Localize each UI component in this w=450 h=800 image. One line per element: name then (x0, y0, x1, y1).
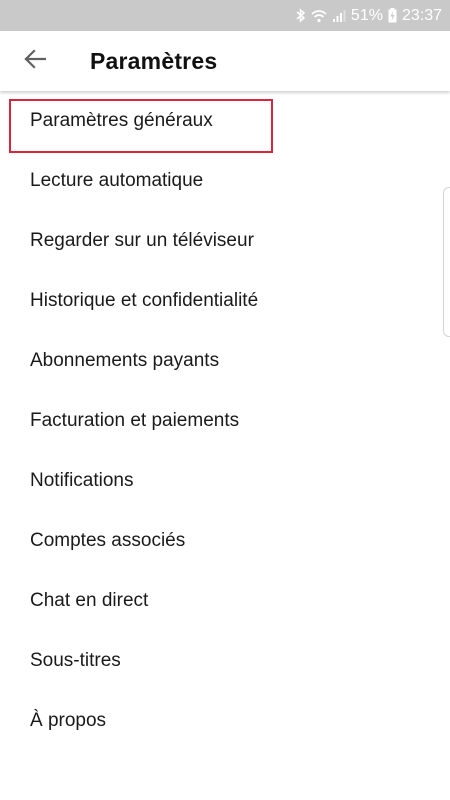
wifi-icon (311, 9, 327, 23)
page-title: Paramètres (90, 48, 218, 74)
settings-item-label: Abonnements payants (30, 350, 220, 371)
status-time: 23:37 (401, 6, 442, 24)
settings-item-watch-on-tv[interactable]: Regarder sur un téléviseur (0, 211, 440, 271)
bluetooth-icon (296, 8, 306, 23)
signal-icon (332, 9, 346, 23)
battery-percent: 51% (350, 6, 383, 24)
settings-item-captions[interactable]: Sous-titres (0, 631, 440, 691)
settings-item-paid-memberships[interactable]: Abonnements payants (0, 331, 440, 391)
settings-item-label: Lecture automatique (30, 170, 204, 191)
app-bar: Paramètres (0, 31, 450, 91)
settings-item-label: À propos (30, 710, 107, 731)
settings-item-label: Comptes associés (30, 530, 186, 551)
settings-item-label: Paramètres généraux (30, 110, 213, 131)
settings-item-general[interactable]: Paramètres généraux (0, 91, 440, 151)
settings-item-notifications[interactable]: Notifications (0, 451, 440, 511)
settings-item-label: Regarder sur un téléviseur (30, 230, 254, 251)
settings-item-label: Sous-titres (30, 650, 121, 671)
settings-item-label: Historique et confidentialité (30, 290, 259, 311)
battery-charging-icon (388, 8, 397, 23)
settings-item-history-privacy[interactable]: Historique et confidentialité (0, 271, 440, 331)
settings-item-label: Chat en direct (30, 590, 149, 611)
settings-item-billing-payments[interactable]: Facturation et paiements (0, 391, 440, 451)
arrow-left-icon (24, 48, 47, 74)
settings-item-live-chat[interactable]: Chat en direct (0, 571, 440, 631)
settings-item-label: Facturation et paiements (30, 410, 240, 431)
settings-item-about[interactable]: À propos (0, 691, 440, 751)
settings-item-connected-accounts[interactable]: Comptes associés (0, 511, 440, 571)
back-button[interactable] (18, 45, 52, 77)
scroll-handle[interactable] (443, 187, 450, 337)
status-bar: 51% 23:37 (0, 0, 450, 31)
settings-item-label: Notifications (30, 470, 134, 491)
settings-item-autoplay[interactable]: Lecture automatique (0, 151, 440, 211)
